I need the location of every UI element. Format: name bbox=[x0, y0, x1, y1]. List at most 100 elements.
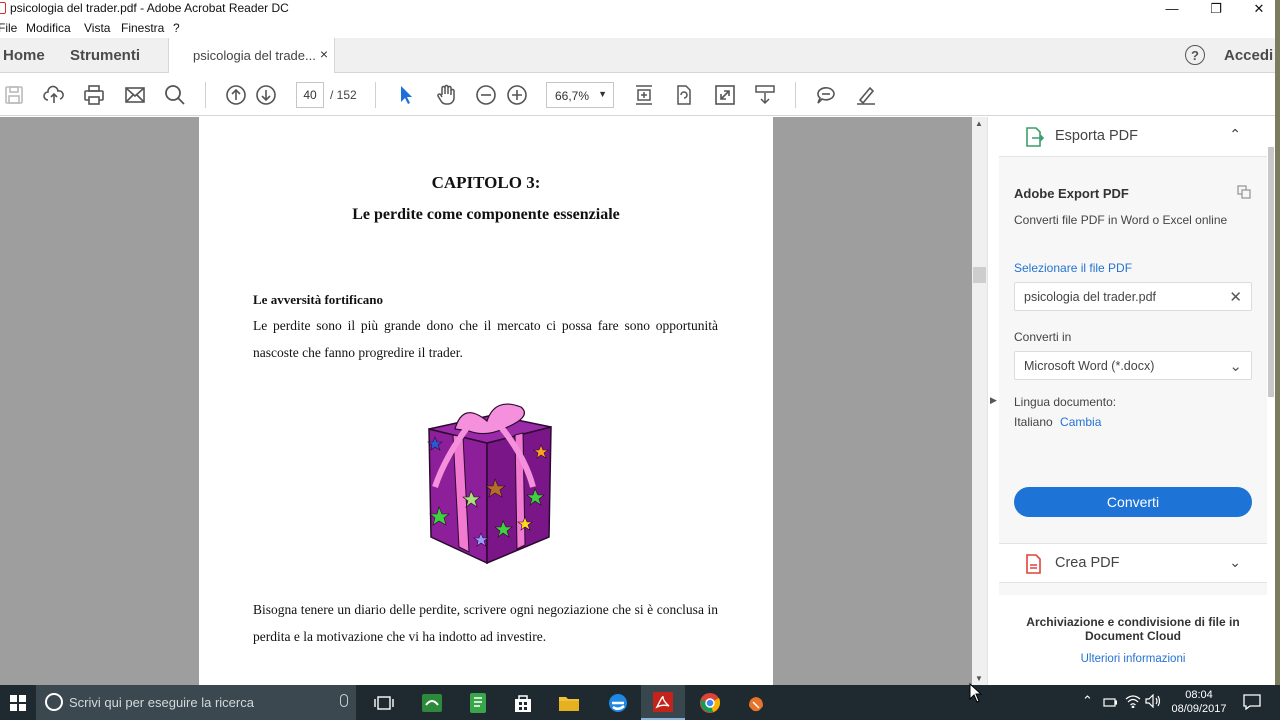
minimize-button[interactable]: — bbox=[1152, 0, 1192, 17]
fullscreen-icon[interactable] bbox=[713, 83, 737, 107]
clock-date: 08/09/2017 bbox=[1171, 703, 1227, 715]
tray-overflow-icon[interactable]: ⌃ bbox=[1082, 693, 1093, 709]
notes-app-icon[interactable] bbox=[456, 685, 500, 720]
page-down-icon[interactable] bbox=[254, 83, 278, 107]
copy-icon[interactable] bbox=[1236, 184, 1252, 205]
close-tab-icon[interactable]: × bbox=[320, 46, 328, 62]
help-icon[interactable]: ? bbox=[1185, 45, 1205, 65]
scroll-thumb[interactable] bbox=[973, 267, 986, 283]
menu-file[interactable]: File bbox=[0, 21, 17, 35]
select-tool-icon[interactable] bbox=[394, 83, 418, 107]
tab-document[interactable]: psicologia del trade... × bbox=[168, 38, 335, 73]
chevron-down-icon[interactable]: ⌄ bbox=[1229, 554, 1241, 571]
page-up-icon[interactable] bbox=[224, 83, 248, 107]
chapter-title: CAPITOLO 3: bbox=[431, 173, 541, 192]
upload-icon[interactable] bbox=[42, 83, 66, 107]
zoom-in-icon[interactable] bbox=[505, 83, 529, 107]
select-file-link[interactable]: Selezionare il file PDF bbox=[1014, 261, 1132, 275]
chevron-right-icon: ▶ bbox=[990, 395, 997, 405]
menu-bar: File Modifica Vista Finestra ? bbox=[0, 17, 1280, 38]
acrobat-app-icon bbox=[0, 2, 6, 14]
scroll-up-arrow[interactable]: ▲ bbox=[975, 119, 983, 128]
document-cloud-promo: Archiviazione e condivisione di file in … bbox=[999, 595, 1267, 685]
selected-file-field[interactable]: psicologia del trader.pdf ✕ bbox=[1014, 282, 1252, 311]
convert-button[interactable]: Converti bbox=[1014, 487, 1252, 517]
menu-help[interactable]: ? bbox=[173, 21, 180, 35]
microphone-icon[interactable] bbox=[340, 694, 348, 707]
chevron-up-icon[interactable]: ⌃ bbox=[1229, 126, 1241, 143]
taskbar-clock[interactable]: 08:04 08/09/2017 bbox=[1168, 688, 1230, 716]
notification-icon[interactable] bbox=[1243, 694, 1261, 715]
close-window-button[interactable]: ✕ bbox=[1239, 0, 1279, 17]
export-pdf-header[interactable]: Esporta PDF ⌃ bbox=[999, 117, 1267, 157]
scroll-down-arrow[interactable]: ▼ bbox=[975, 674, 983, 683]
window-title: psicologia del trader.pdf - Adobe Acroba… bbox=[10, 1, 289, 15]
panel-scrollbar[interactable] bbox=[1267, 117, 1275, 685]
document-scrollbar[interactable]: ▲ ▼ bbox=[972, 117, 987, 685]
restore-button[interactable]: ❐ bbox=[1196, 0, 1236, 17]
fit-page-icon[interactable] bbox=[632, 83, 656, 107]
create-pdf-title: Crea PDF bbox=[1055, 555, 1120, 571]
menu-vista[interactable]: Vista bbox=[84, 21, 110, 35]
start-button[interactable] bbox=[0, 685, 36, 720]
email-icon[interactable] bbox=[123, 83, 147, 107]
zoom-select[interactable]: 66,7% ▼ bbox=[546, 82, 614, 108]
scroll-mode-icon[interactable] bbox=[753, 83, 777, 107]
panel-toggle[interactable]: ▶ bbox=[987, 117, 999, 685]
taskbar: Scrivi qui per eseguire la ricerca ⌃ 08:… bbox=[0, 685, 1280, 720]
wifi-icon[interactable] bbox=[1125, 694, 1141, 711]
store-icon[interactable] bbox=[501, 685, 545, 720]
chevron-down-icon: ⌄ bbox=[1229, 358, 1242, 375]
language-label: Lingua documento: bbox=[1014, 395, 1117, 409]
change-language-link[interactable]: Cambia bbox=[1060, 415, 1101, 429]
service-title: Adobe Export PDF bbox=[1014, 186, 1129, 201]
login-button[interactable]: Accedi bbox=[1224, 47, 1273, 64]
panel-scroll-thumb[interactable] bbox=[1268, 147, 1274, 397]
cloud-promo-text: Archiviazione e condivisione di file in … bbox=[1026, 615, 1240, 643]
hand-tool-icon[interactable] bbox=[434, 83, 458, 107]
chevron-down-icon: ▼ bbox=[598, 89, 607, 99]
learn-more-link[interactable]: Ulteriori informazioni bbox=[999, 653, 1267, 665]
document-viewport[interactable]: CAPITOLO 3: Le perdite come componente e… bbox=[0, 117, 972, 685]
volume-icon[interactable] bbox=[1145, 693, 1161, 711]
chrome-icon[interactable] bbox=[688, 685, 732, 720]
tab-home[interactable]: Home bbox=[3, 47, 45, 64]
language-row: Italiano Cambia bbox=[1014, 415, 1101, 429]
task-view-icon[interactable] bbox=[362, 685, 406, 720]
pdf-page: CAPITOLO 3: Le perdite come componente e… bbox=[199, 117, 773, 685]
battery-icon[interactable] bbox=[1103, 696, 1118, 711]
edge-icon[interactable] bbox=[596, 685, 640, 720]
paragraph-1: Le perdite sono il più grande dono che i… bbox=[253, 318, 718, 360]
page-number-input[interactable]: 40 bbox=[296, 82, 324, 108]
export-pdf-icon bbox=[1023, 126, 1045, 153]
game-app-icon[interactable] bbox=[734, 685, 778, 720]
export-pdf-title: Esporta PDF bbox=[1055, 128, 1138, 144]
title-bar: psicologia del trader.pdf - Adobe Acroba… bbox=[0, 0, 1280, 17]
acrobat-icon[interactable] bbox=[641, 685, 685, 720]
xbox-app-icon[interactable] bbox=[410, 685, 454, 720]
create-pdf-header[interactable]: Crea PDF ⌄ bbox=[999, 543, 1267, 583]
highlight-icon[interactable] bbox=[854, 83, 878, 107]
clear-icon[interactable]: ✕ bbox=[1229, 288, 1242, 306]
taskbar-search[interactable]: Scrivi qui per eseguire la ricerca bbox=[36, 685, 356, 720]
service-description: Converti file PDF in Word o Excel online bbox=[1014, 213, 1228, 227]
page-total: / 152 bbox=[330, 88, 357, 102]
toolbar-separator bbox=[375, 82, 376, 108]
tab-tools[interactable]: Strumenti bbox=[70, 47, 140, 64]
search-icon[interactable] bbox=[163, 83, 187, 107]
section-heading: Le avversità fortificano bbox=[253, 292, 383, 307]
clock-time: 08:04 bbox=[1185, 689, 1213, 701]
convert-format-select[interactable]: Microsoft Word (*.docx) ⌄ bbox=[1014, 351, 1252, 380]
taskbar-search-placeholder: Scrivi qui per eseguire la ricerca bbox=[69, 695, 254, 710]
comment-icon[interactable] bbox=[814, 83, 838, 107]
create-pdf-icon bbox=[1023, 553, 1045, 580]
menu-finestra[interactable]: Finestra bbox=[121, 21, 164, 35]
tools-panel: Esporta PDF ⌃ Adobe Export PDF Converti … bbox=[999, 117, 1267, 685]
save-icon[interactable] bbox=[2, 83, 26, 107]
rotate-icon[interactable] bbox=[672, 83, 696, 107]
menu-modifica[interactable]: Modifica bbox=[26, 21, 71, 35]
toolbar-separator bbox=[795, 82, 796, 108]
zoom-out-icon[interactable] bbox=[474, 83, 498, 107]
print-icon[interactable] bbox=[82, 83, 106, 107]
file-explorer-icon[interactable] bbox=[547, 685, 591, 720]
